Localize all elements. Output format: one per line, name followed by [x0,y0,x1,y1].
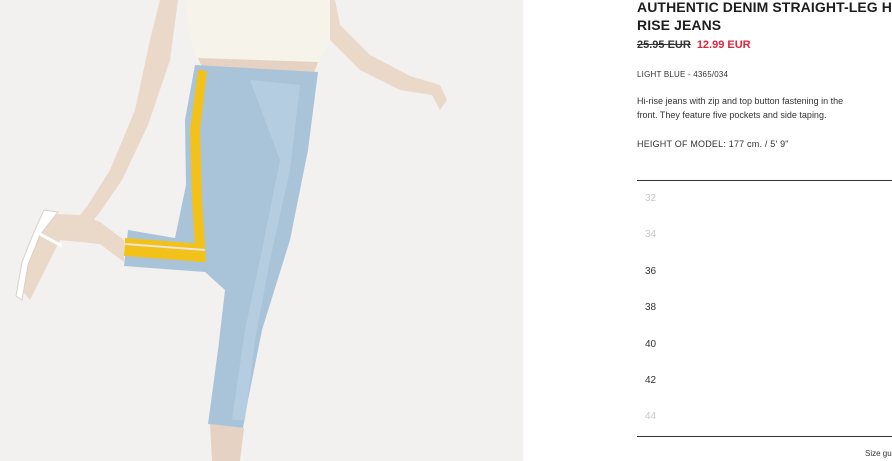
size-guide-link[interactable]: Size guide [865,449,892,458]
size-list-divider-bottom [637,436,892,437]
size-option-36[interactable]: 36 [637,254,892,290]
price-block: 25.95 EUR 12.99 EUR [637,39,751,51]
size-option-32: 32 [645,193,657,204]
description-line1: Hi-rise jeans with zip and top button fa… [637,96,844,106]
size-option-34: 34 [645,229,657,241]
white-top [185,0,330,68]
size-list: 32 34 36 38 40 42 44 [637,181,892,436]
product-title: AUTHENTIC DENIM STRAIGHT-LEG HI- RISE JE… [637,0,892,34]
size-option-40[interactable]: 40 [637,327,892,363]
old-price: 25.95 EUR [637,39,691,51]
product-info-panel: AUTHENTIC DENIM STRAIGHT-LEG HI- RISE JE… [637,0,892,461]
color-reference: LIGHT BLUE - 4365/034 [637,70,729,79]
product-title-line1: AUTHENTIC DENIM STRAIGHT-LEG HI- [637,0,892,15]
sale-price: 12.99 EUR [696,39,751,51]
size-option-38[interactable]: 38 [637,290,892,326]
size-option-44: 44 [645,411,657,423]
product-image[interactable] [0,0,523,461]
product-title-line2: RISE JEANS [637,17,722,33]
product-description: Hi-rise jeans with zip and top button fa… [637,95,892,122]
description-line2: front. They feature five pockets and sid… [637,109,827,120]
model-height: HEIGHT OF MODEL: 177 cm. / 5' 9" [637,139,789,149]
size-option-42[interactable]: 42 [637,363,892,399]
